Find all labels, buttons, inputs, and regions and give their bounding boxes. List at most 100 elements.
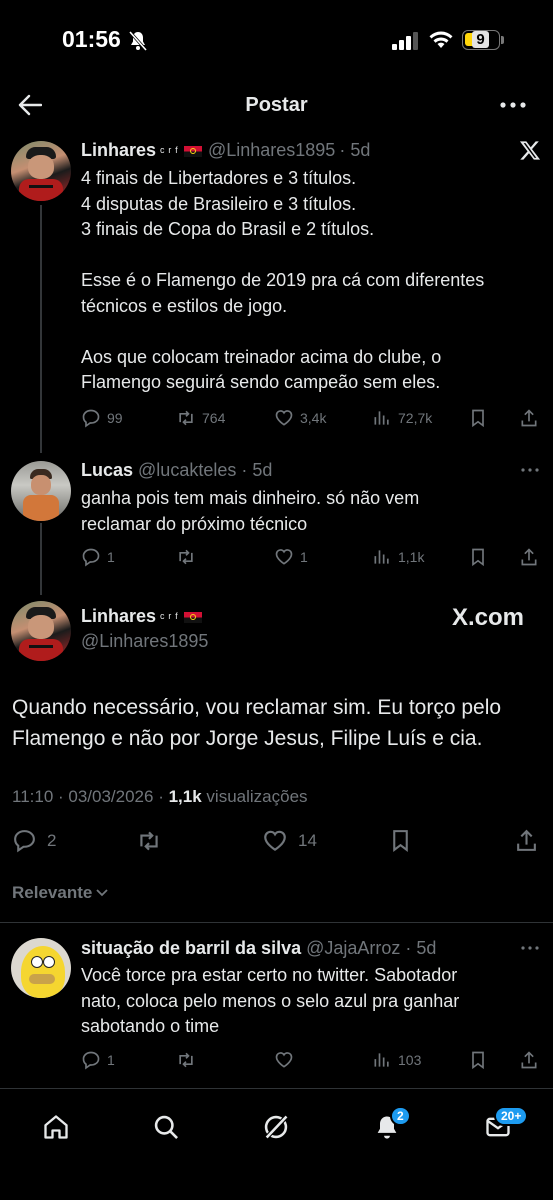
tweet-age: · 5d: [405, 938, 437, 958]
battery-level: 9: [472, 31, 489, 48]
retweet-icon: [140, 831, 158, 851]
heart-icon: [275, 1052, 293, 1068]
like-count: 14: [298, 831, 317, 850]
views-button[interactable]: 103: [372, 1050, 421, 1070]
like-count: 1: [300, 549, 308, 565]
x-logo-icon: [519, 140, 541, 161]
share-icon[interactable]: [519, 1050, 539, 1070]
status-time: 01:56: [62, 26, 121, 52]
page-title: Postar: [245, 94, 308, 116]
wifi-icon: [428, 30, 454, 50]
reply-count: 2: [47, 830, 57, 850]
share-icon[interactable]: [519, 547, 539, 567]
views-chart-icon: [374, 1053, 389, 1067]
name-suffix: ᶜ ʳ ᶠ: [160, 144, 178, 159]
avatar[interactable]: [11, 601, 71, 661]
author-name[interactable]: Linhares: [81, 606, 156, 627]
divider: [0, 922, 553, 923]
reply-jajaarroz[interactable]: situação de barril da silva @JajaArroz ·…: [0, 936, 553, 1076]
tweet-linhares-1[interactable]: Linhares ᶜ ʳ ᶠ @Linhares1895 · 5d 4 fina…: [0, 138, 553, 438]
author-name[interactable]: Linhares: [81, 140, 156, 161]
share-icon[interactable]: [514, 828, 539, 853]
views-button[interactable]: 1,1k: [372, 547, 424, 567]
reply-button[interactable]: 99: [81, 408, 123, 428]
text-line: reclamar do próximo técnico: [81, 513, 308, 534]
avatar[interactable]: [11, 141, 71, 201]
flag-icon: [183, 146, 202, 157]
heart-icon: [275, 410, 293, 426]
tweet-lucas[interactable]: Lucas @lucakteles · 5d ganha pois tem ma…: [0, 458, 553, 578]
reply-icon: [14, 830, 35, 853]
notifications-badge: 2: [390, 1106, 411, 1126]
text-line: nato, coloca pelo menos o selo azul pra …: [81, 990, 460, 1011]
status-bar: 01:56 9: [0, 0, 553, 80]
bookmark-icon[interactable]: [468, 408, 488, 428]
x-com-watermark: X.com: [452, 604, 525, 631]
author-handle[interactable]: @Linhares1895: [208, 140, 335, 161]
author-handle[interactable]: @Linhares1895: [81, 631, 208, 652]
tweet-age: · 5d: [339, 140, 371, 160]
author-handle[interactable]: @JajaArroz: [306, 938, 400, 959]
like-button[interactable]: 1: [274, 547, 308, 567]
text-line: sabotando o time: [81, 1016, 220, 1036]
battery-tip: [501, 36, 504, 44]
tweet-text: Você torce pra estar certo no twitter. S…: [81, 963, 541, 1040]
more-options-icon[interactable]: [521, 468, 539, 472]
views-count: 103: [398, 1052, 422, 1068]
retweet-button[interactable]: [176, 1050, 196, 1070]
like-button[interactable]: 14: [262, 828, 317, 854]
text-line: Esse é o Flamengo de 2019 pra cá com dif…: [81, 270, 485, 290]
tweet-text: ganha pois tem mais dinheiro. só não vem…: [81, 486, 541, 537]
retweet-button[interactable]: [176, 547, 196, 567]
avatar[interactable]: [11, 461, 71, 521]
retweet-button[interactable]: [136, 828, 162, 854]
text-line: ganha pois tem mais dinheiro. só não vem: [81, 488, 420, 508]
like-count: 3,4k: [300, 410, 327, 426]
views-chart-icon: [374, 411, 389, 425]
heart-icon: [264, 830, 286, 851]
text-line: 4 finais de Libertadores e 3 títulos.: [81, 168, 357, 188]
author-handle[interactable]: @lucakteles: [138, 460, 236, 481]
bookmark-icon[interactable]: [388, 828, 413, 853]
views-count: 1,1k: [168, 787, 202, 806]
reply-icon: [82, 1051, 100, 1070]
text-line: Aos que colocam treinador acima do clube…: [81, 346, 442, 367]
sort-dropdown[interactable]: Relevante: [12, 883, 108, 903]
bookmark-icon[interactable]: [468, 547, 488, 567]
reply-button[interactable]: 1: [81, 547, 115, 567]
main-tweet: Linhares ᶜ ʳ ᶠ @Linhares1895 X.com Quand…: [0, 598, 553, 868]
bookmark-icon[interactable]: [468, 1050, 488, 1070]
reply-icon: [82, 548, 100, 567]
retweet-button[interactable]: 764: [176, 408, 225, 428]
views-button[interactable]: 72,7k: [372, 408, 432, 428]
text-line: Flamengo seguirá sendo campeão sem eles.: [81, 372, 441, 392]
author-name[interactable]: situação de barril da silva: [81, 938, 301, 959]
views-count: 1,1k: [398, 549, 425, 565]
like-button[interactable]: [274, 1050, 294, 1070]
like-button[interactable]: 3,4k: [274, 408, 326, 428]
text-line: Flamengo e não por Jorge Jesus, Filipe L…: [12, 727, 483, 750]
avatar[interactable]: [11, 938, 71, 998]
share-icon[interactable]: [519, 408, 539, 428]
bell-slash-icon: [128, 30, 148, 52]
reply-count: 1: [107, 549, 115, 565]
chevron-down-icon: [96, 889, 108, 897]
retweet-count: 764: [202, 410, 226, 426]
search-icon[interactable]: [152, 1113, 180, 1141]
views-count: 72,7k: [398, 410, 433, 426]
reply-button[interactable]: 1: [81, 1050, 115, 1070]
grok-icon[interactable]: [262, 1113, 290, 1141]
heart-icon: [275, 549, 293, 565]
reply-count: 99: [107, 410, 123, 426]
author-name[interactable]: Lucas: [81, 460, 133, 481]
views-label: visualizações: [206, 787, 308, 806]
text-line: técnicos e estilos de jogo.: [81, 295, 288, 316]
signal-icon: [392, 32, 420, 50]
more-options-icon[interactable]: [500, 102, 526, 108]
tweet-age: · 5d: [241, 460, 273, 480]
reply-button[interactable]: 2: [12, 828, 56, 853]
more-options-icon[interactable]: [521, 946, 539, 950]
retweet-icon: [179, 549, 193, 565]
home-icon[interactable]: [42, 1113, 70, 1141]
reply-icon: [82, 409, 100, 428]
